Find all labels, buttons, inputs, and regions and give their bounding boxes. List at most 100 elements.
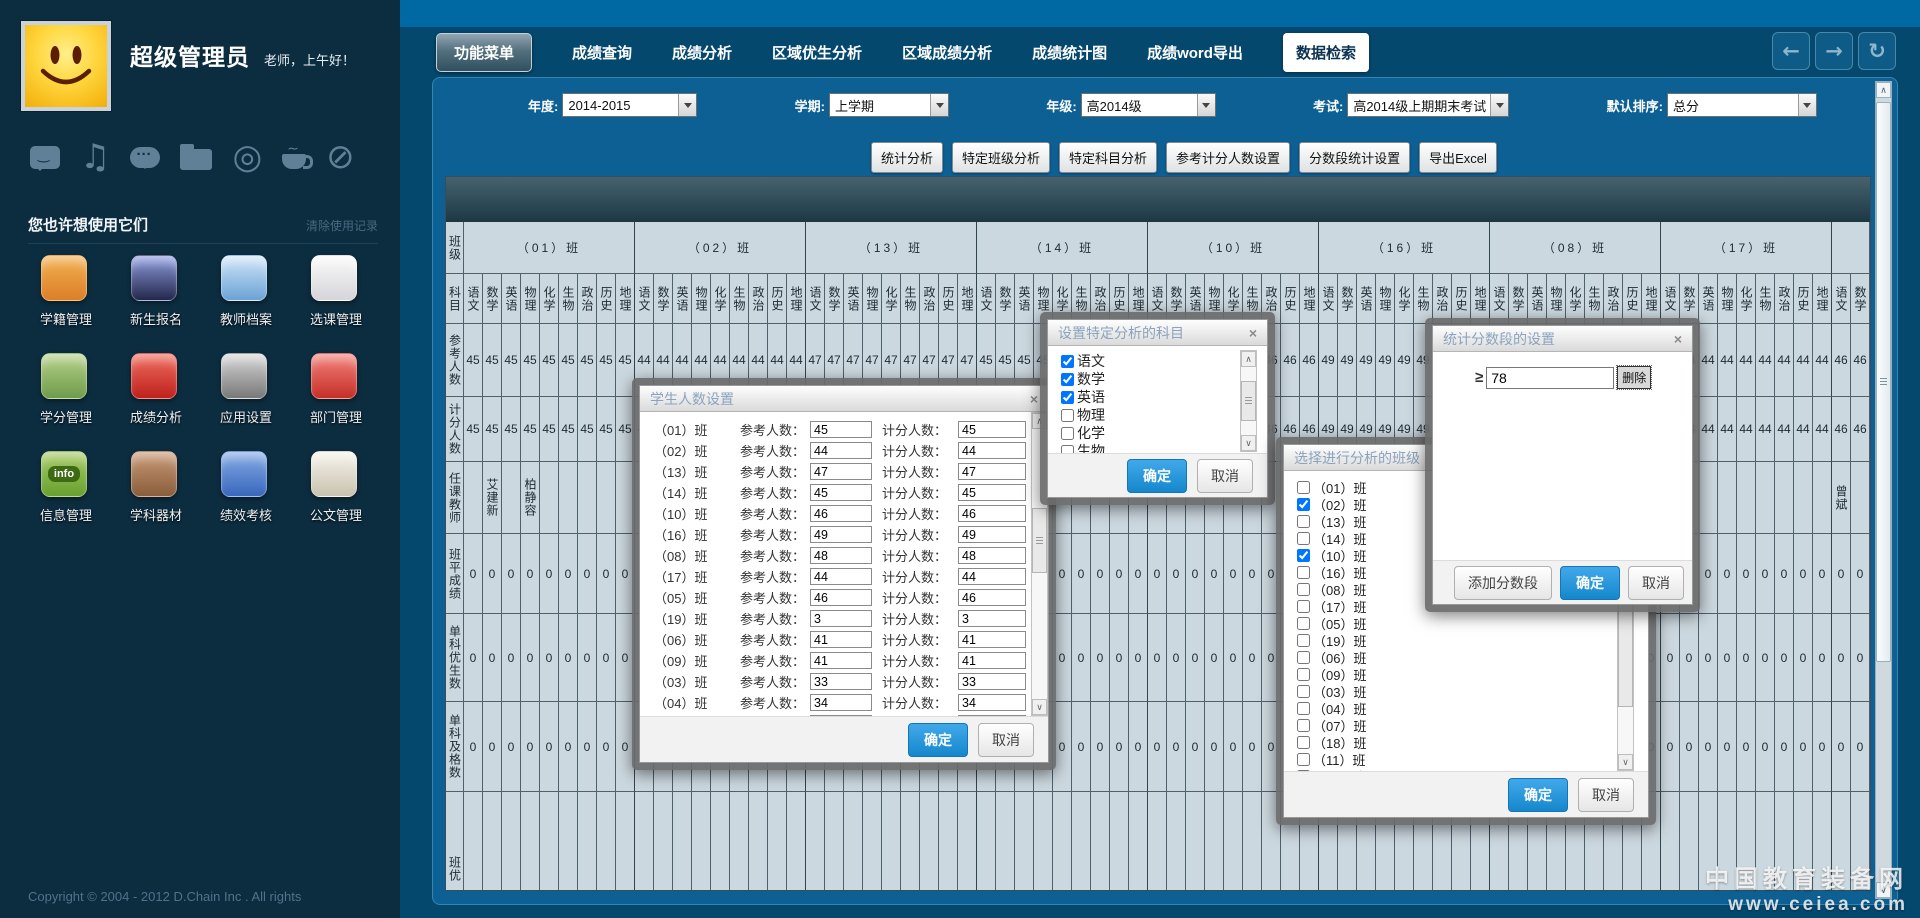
ref-count-input[interactable] <box>810 631 872 648</box>
filter-select[interactable]: 高2014级上期期末考试 <box>1347 93 1509 117</box>
checkbox-item[interactable]: （12）班 <box>1284 768 1648 771</box>
tab-成绩word导出[interactable]: 成绩word导出 <box>1147 42 1243 63</box>
app-tile[interactable]: 应用设置 <box>208 353 298 451</box>
checkbox[interactable] <box>1297 498 1310 511</box>
action-button-特定班级分析[interactable]: 特定班级分析 <box>952 142 1050 173</box>
filter-select[interactable]: 总分 <box>1667 93 1817 117</box>
tab-数据检索[interactable]: 数据检索 <box>1283 33 1369 72</box>
score-count-input[interactable] <box>958 568 1026 585</box>
filter-select[interactable]: 高2014级 <box>1081 93 1216 117</box>
scroll-up-icon[interactable]: ∧ <box>1876 82 1891 98</box>
checkbox-item[interactable]: 英语 <box>1048 388 1267 406</box>
ref-count-input[interactable] <box>810 547 872 564</box>
broadcast-icon[interactable]: ◎ <box>232 140 262 174</box>
checkbox[interactable] <box>1061 445 1074 454</box>
tab-区域优生分析[interactable]: 区域优生分析 <box>772 42 862 63</box>
action-button-统计分析[interactable]: 统计分析 <box>871 142 943 173</box>
app-tile[interactable]: 公文管理 <box>298 451 388 549</box>
scroll-handle[interactable] <box>1241 381 1256 421</box>
score-count-input[interactable] <box>958 673 1026 690</box>
app-tile[interactable]: 学分管理 <box>28 353 118 451</box>
clear-history-link[interactable]: 清除使用记录 <box>306 217 378 234</box>
score-count-input[interactable] <box>958 589 1026 606</box>
app-tile[interactable]: 学科器材 <box>118 451 208 549</box>
ref-count-input[interactable] <box>810 610 872 627</box>
app-tile[interactable]: info信息管理 <box>28 451 118 549</box>
scroll-up-icon[interactable]: ∧ <box>1241 351 1256 367</box>
checkbox[interactable] <box>1297 719 1310 732</box>
ref-count-input[interactable] <box>810 652 872 669</box>
dialog-title-bar[interactable]: 学生人数设置 × <box>640 386 1048 412</box>
checkbox-item[interactable]: 语文 <box>1048 352 1267 370</box>
checkbox[interactable] <box>1297 566 1310 579</box>
ref-count-input[interactable] <box>810 505 872 522</box>
ref-count-input[interactable] <box>810 463 872 480</box>
score-count-input[interactable] <box>958 610 1026 627</box>
action-button-参考计分人数设置[interactable]: 参考计分人数设置 <box>1166 142 1290 173</box>
checkbox[interactable] <box>1297 651 1310 664</box>
checkbox-item[interactable]: （05）班 <box>1284 615 1648 632</box>
app-tile[interactable]: 部门管理 <box>298 353 388 451</box>
checkbox[interactable] <box>1297 770 1310 771</box>
checkbox-item[interactable]: 化学 <box>1048 424 1267 442</box>
back-button[interactable]: ← <box>1772 32 1810 70</box>
ref-count-input[interactable] <box>810 673 872 690</box>
checkbox-item[interactable]: （11）班 <box>1284 751 1648 768</box>
scroll-handle[interactable] <box>1876 102 1891 662</box>
dialog-title-bar[interactable]: 统计分数段的设置 × <box>1433 326 1692 352</box>
checkbox-item[interactable]: 数学 <box>1048 370 1267 388</box>
checkbox-item[interactable]: 物理 <box>1048 406 1267 424</box>
checkbox[interactable] <box>1297 549 1310 562</box>
ok-button[interactable]: 确定 <box>1560 566 1620 600</box>
checkbox-item[interactable]: （19）班 <box>1284 632 1648 649</box>
select-arrow-button[interactable] <box>678 94 696 116</box>
app-tile[interactable]: 新生报名 <box>118 255 208 353</box>
dialog-scrollbar[interactable]: ∧ ∨ <box>1240 350 1257 452</box>
app-tile[interactable]: 教师档案 <box>208 255 298 353</box>
forward-button[interactable]: → <box>1815 32 1853 70</box>
tab-区域成绩分析[interactable]: 区域成绩分析 <box>902 42 992 63</box>
ref-count-input[interactable] <box>810 526 872 543</box>
ref-count-input[interactable] <box>810 484 872 501</box>
tab-成绩分析[interactable]: 成绩分析 <box>672 42 732 63</box>
action-button-分数段统计设置[interactable]: 分数段统计设置 <box>1299 142 1410 173</box>
cancel-button[interactable]: 取消 <box>978 723 1034 757</box>
block-icon[interactable]: ⊘ <box>326 140 355 174</box>
score-count-input[interactable] <box>958 505 1026 522</box>
checkbox-item[interactable]: （03）班 <box>1284 683 1648 700</box>
close-icon[interactable]: × <box>1030 391 1038 407</box>
cancel-button[interactable]: 取消 <box>1578 778 1634 812</box>
app-tile[interactable]: 绩效考核 <box>208 451 298 549</box>
scroll-down-icon[interactable]: ∨ <box>1032 699 1047 715</box>
checkbox[interactable] <box>1297 617 1310 630</box>
score-count-input[interactable] <box>958 547 1026 564</box>
ref-count-input[interactable] <box>810 568 872 585</box>
checkbox[interactable] <box>1061 391 1074 404</box>
coffee-icon[interactable] <box>282 154 306 169</box>
cancel-button[interactable]: 取消 <box>1197 459 1253 493</box>
checkbox[interactable] <box>1297 634 1310 647</box>
user-avatar[interactable] <box>21 21 111 111</box>
ok-button[interactable]: 确定 <box>1508 778 1568 812</box>
score-count-input[interactable] <box>958 442 1026 459</box>
score-count-input[interactable] <box>958 484 1026 501</box>
refresh-button[interactable]: ↻ <box>1858 32 1896 70</box>
score-count-input[interactable] <box>958 652 1026 669</box>
ref-count-input[interactable] <box>810 442 872 459</box>
select-arrow-button[interactable] <box>1197 94 1215 116</box>
ref-count-input[interactable] <box>810 694 872 711</box>
checkbox-item[interactable]: （09）班 <box>1284 666 1648 683</box>
checkbox[interactable] <box>1061 355 1074 368</box>
comment-icon[interactable] <box>130 147 160 168</box>
checkbox[interactable] <box>1061 427 1074 440</box>
checkbox[interactable] <box>1297 668 1310 681</box>
ok-button[interactable]: 确定 <box>908 723 968 757</box>
checkbox[interactable] <box>1297 583 1310 596</box>
action-button-导出Excel[interactable]: 导出Excel <box>1419 142 1497 173</box>
score-count-input[interactable] <box>958 694 1026 711</box>
checkbox[interactable] <box>1297 702 1310 715</box>
checkbox[interactable] <box>1297 685 1310 698</box>
select-arrow-button[interactable] <box>1798 94 1816 116</box>
score-count-input[interactable] <box>958 421 1026 438</box>
menu-button[interactable]: 功能菜单 <box>436 33 532 72</box>
